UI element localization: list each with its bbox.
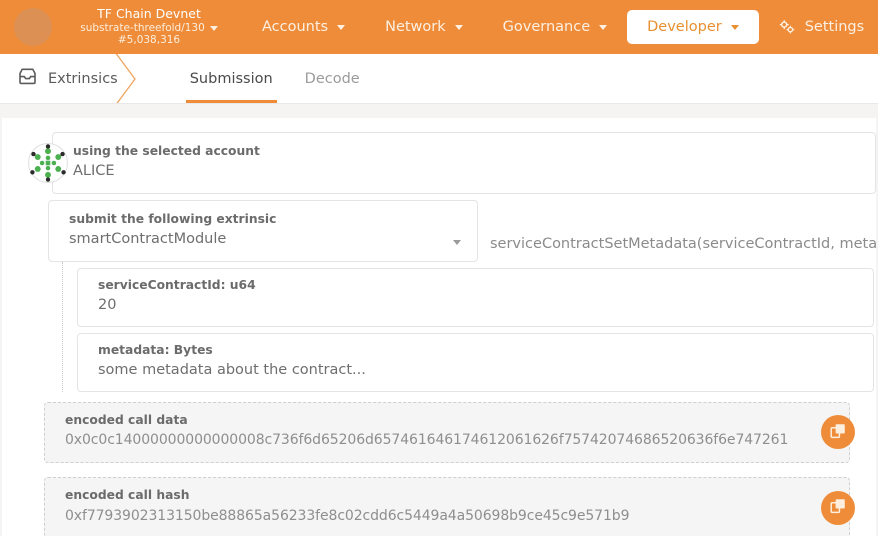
- page-content: using the selected account ALICE submit …: [0, 104, 878, 536]
- copy-call-data-button[interactable]: [821, 415, 855, 449]
- extrinsic-module-select[interactable]: submit the following extrinsic smartCont…: [48, 200, 478, 262]
- encoded-call-data-box: encoded call data 0x0c0c1400000000000000…: [44, 402, 850, 463]
- avatar[interactable]: [14, 8, 52, 46]
- nav-item-governance[interactable]: Governance: [483, 10, 627, 44]
- account-row: using the selected account ALICE: [2, 132, 876, 194]
- nav-item-label: Accounts: [262, 19, 328, 35]
- copy-icon: [830, 423, 846, 442]
- nav-item-label: Developer: [647, 19, 722, 35]
- chevron-down-icon: [337, 25, 345, 30]
- extrinsic-method-value: serviceContractSetMetadata(serviceContra…: [490, 236, 876, 252]
- param-value[interactable]: some metadata about the contract...: [98, 359, 859, 381]
- encoded-call-data-value: 0x0c0c14000000000000008c736f6d65206d6574…: [65, 430, 789, 452]
- chain-spec: substrate-threefold/130: [74, 22, 224, 34]
- extrinsics-form-card: using the selected account ALICE submit …: [2, 118, 876, 536]
- gear-icon: [779, 20, 796, 35]
- chevron-down-icon[interactable]: [453, 240, 461, 245]
- tab-list: Submission Decode: [174, 54, 376, 103]
- param-metadata[interactable]: metadata: Bytes some metadata about the …: [77, 333, 874, 392]
- param-service-contract-id[interactable]: serviceContractId: u64 20: [77, 268, 874, 327]
- encoded-call-data-label: encoded call data: [65, 411, 789, 431]
- chevron-down-icon: [599, 25, 607, 30]
- chain-block-number: #5,038,316: [74, 34, 224, 46]
- inbox-icon: [18, 68, 37, 89]
- extrinsic-field-label: submit the following extrinsic: [69, 210, 463, 228]
- account-field-value: ALICE: [73, 160, 861, 182]
- encoded-call-hash-box: encoded call hash 0xf7793902313150be8886…: [44, 477, 850, 536]
- chevron-down-icon[interactable]: [210, 26, 218, 31]
- copy-icon: [830, 498, 846, 517]
- account-field-label: using the selected account: [73, 142, 861, 160]
- nav-item-settings[interactable]: Settings: [759, 10, 878, 44]
- param-value[interactable]: 20: [98, 294, 859, 316]
- nav-item-network[interactable]: Network: [365, 10, 483, 44]
- nav-item-label: Settings: [805, 19, 864, 35]
- account-field[interactable]: using the selected account ALICE: [52, 132, 876, 194]
- chevron-down-icon: [731, 25, 739, 30]
- parameter-list: serviceContractId: u64 20 metadata: Byte…: [62, 262, 874, 392]
- breadcrumb-separator-icon: [111, 54, 145, 103]
- top-navigation-bar: TF Chain Devnet substrate-threefold/130 …: [0, 0, 878, 54]
- breadcrumb-label: Extrinsics: [48, 71, 118, 87]
- nav-item-label: Network: [385, 19, 446, 35]
- encoded-call-hash-label: encoded call hash: [65, 486, 789, 506]
- chain-info[interactable]: TF Chain Devnet substrate-threefold/130 …: [74, 7, 224, 47]
- chain-spec-label: substrate-threefold/130: [80, 22, 205, 34]
- polkadot-identicon[interactable]: [28, 143, 68, 183]
- copy-call-hash-button[interactable]: [821, 491, 855, 525]
- extrinsic-row: submit the following extrinsic smartCont…: [2, 200, 876, 262]
- nav-item-label: Governance: [503, 19, 590, 35]
- tab-strip: Extrinsics Submission Decode: [0, 54, 878, 104]
- main-nav: Accounts Network Governance Developer: [242, 0, 878, 54]
- tab-label: Decode: [305, 71, 360, 87]
- tab-label: Submission: [190, 71, 273, 87]
- encoded-section: encoded call data 0x0c0c1400000000000000…: [44, 402, 850, 536]
- extrinsic-method-select[interactable]: serviceContractSetMetadata(serviceContra…: [478, 200, 876, 262]
- tab-decode[interactable]: Decode: [289, 54, 376, 103]
- param-label: serviceContractId: u64: [98, 276, 859, 294]
- nav-item-developer[interactable]: Developer: [627, 10, 759, 44]
- extrinsic-module-value: smartContractModule: [69, 228, 463, 250]
- nav-item-accounts[interactable]: Accounts: [242, 10, 365, 44]
- param-label: metadata: Bytes: [98, 341, 859, 359]
- chevron-down-icon: [455, 25, 463, 30]
- encoded-call-hash-value: 0xf7793902313150be88865a56233fe8c02cdd6c…: [65, 506, 789, 528]
- breadcrumb: Extrinsics: [0, 54, 144, 103]
- tab-submission[interactable]: Submission: [174, 54, 289, 103]
- chain-name: TF Chain Devnet: [74, 7, 224, 22]
